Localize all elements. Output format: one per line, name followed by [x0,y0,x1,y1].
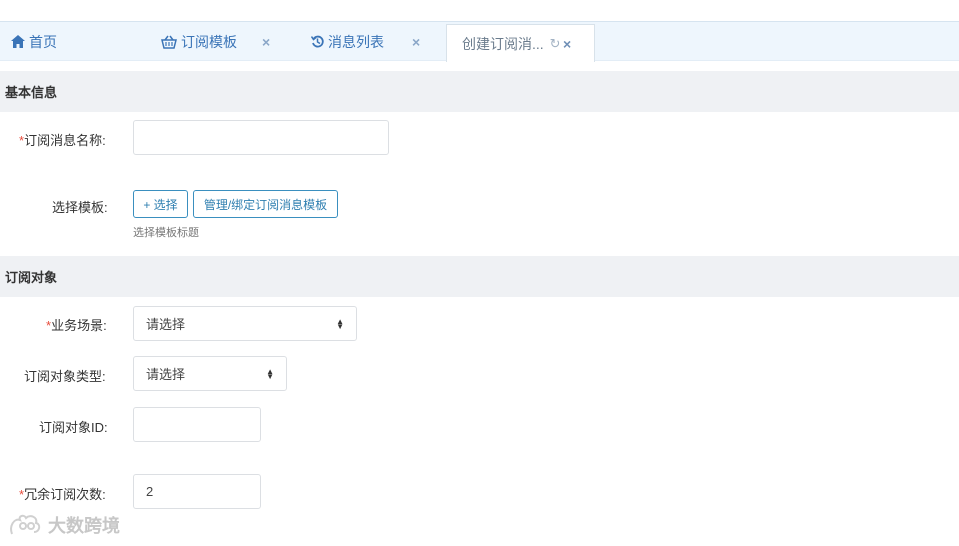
basket-icon [161,35,177,49]
select-template-button[interactable]: + 选择 [133,190,188,218]
business-scene-label: *业务场景: [46,318,107,333]
tab-create-subscribe-message[interactable]: 创建订阅消... ↻ × [446,24,595,62]
section-basic-info: 基本信息 [0,71,959,112]
business-scene-value: 请选择 [146,317,186,332]
redundant-count-input[interactable]: 2 [133,474,261,509]
close-icon[interactable]: × [412,34,420,50]
watermark-icon [10,514,41,535]
tab-message-list-label: 消息列表 [328,33,384,50]
tab-message-list[interactable]: 消息列表 × [311,22,431,61]
target-type-select[interactable]: 请选择 ▲ ▼ [133,356,287,391]
sort-arrows-icon: ▲ ▼ [336,316,344,331]
target-type-label: 订阅对象类型: [24,369,106,384]
tab-subscribe-template[interactable]: 订阅模板 × [161,22,281,61]
template-hint: 选择模板标题 [133,227,199,239]
top-bar [0,0,959,22]
tab-subscribe-template-label: 订阅模板 [181,33,237,50]
manage-template-button[interactable]: 管理/绑定订阅消息模板 [193,190,338,218]
target-type-value: 请选择 [146,367,186,382]
target-id-input[interactable] [133,407,261,442]
watermark-logo: 大数跨境 [8,512,120,538]
tab-home[interactable]: 首页 [11,22,57,61]
history-icon [311,35,324,48]
refresh-icon[interactable]: ↻ [550,36,561,52]
watermark-text: 大数跨境 [48,516,120,536]
template-label: 选择模板: [52,200,108,215]
tab-create-label: 创建订阅消... [462,35,544,52]
redundant-count-label: *冗余订阅次数: [19,487,106,502]
message-name-input[interactable] [133,120,389,155]
tab-bar: 首页 订阅模板 × 消息列表 × 创建订阅消... ↻ × [0,22,959,62]
section-subscribe-target: 订阅对象 [0,256,959,297]
tab-home-label: 首页 [29,33,57,50]
business-scene-select[interactable]: 请选择 ▲ ▼ [133,306,357,341]
sort-arrows-icon: ▲ ▼ [266,366,274,381]
target-id-label: 订阅对象ID: [39,420,108,435]
home-icon [11,35,25,48]
message-name-label: *订阅消息名称: [19,133,106,148]
close-icon[interactable]: × [563,36,571,52]
close-icon[interactable]: × [262,34,270,50]
